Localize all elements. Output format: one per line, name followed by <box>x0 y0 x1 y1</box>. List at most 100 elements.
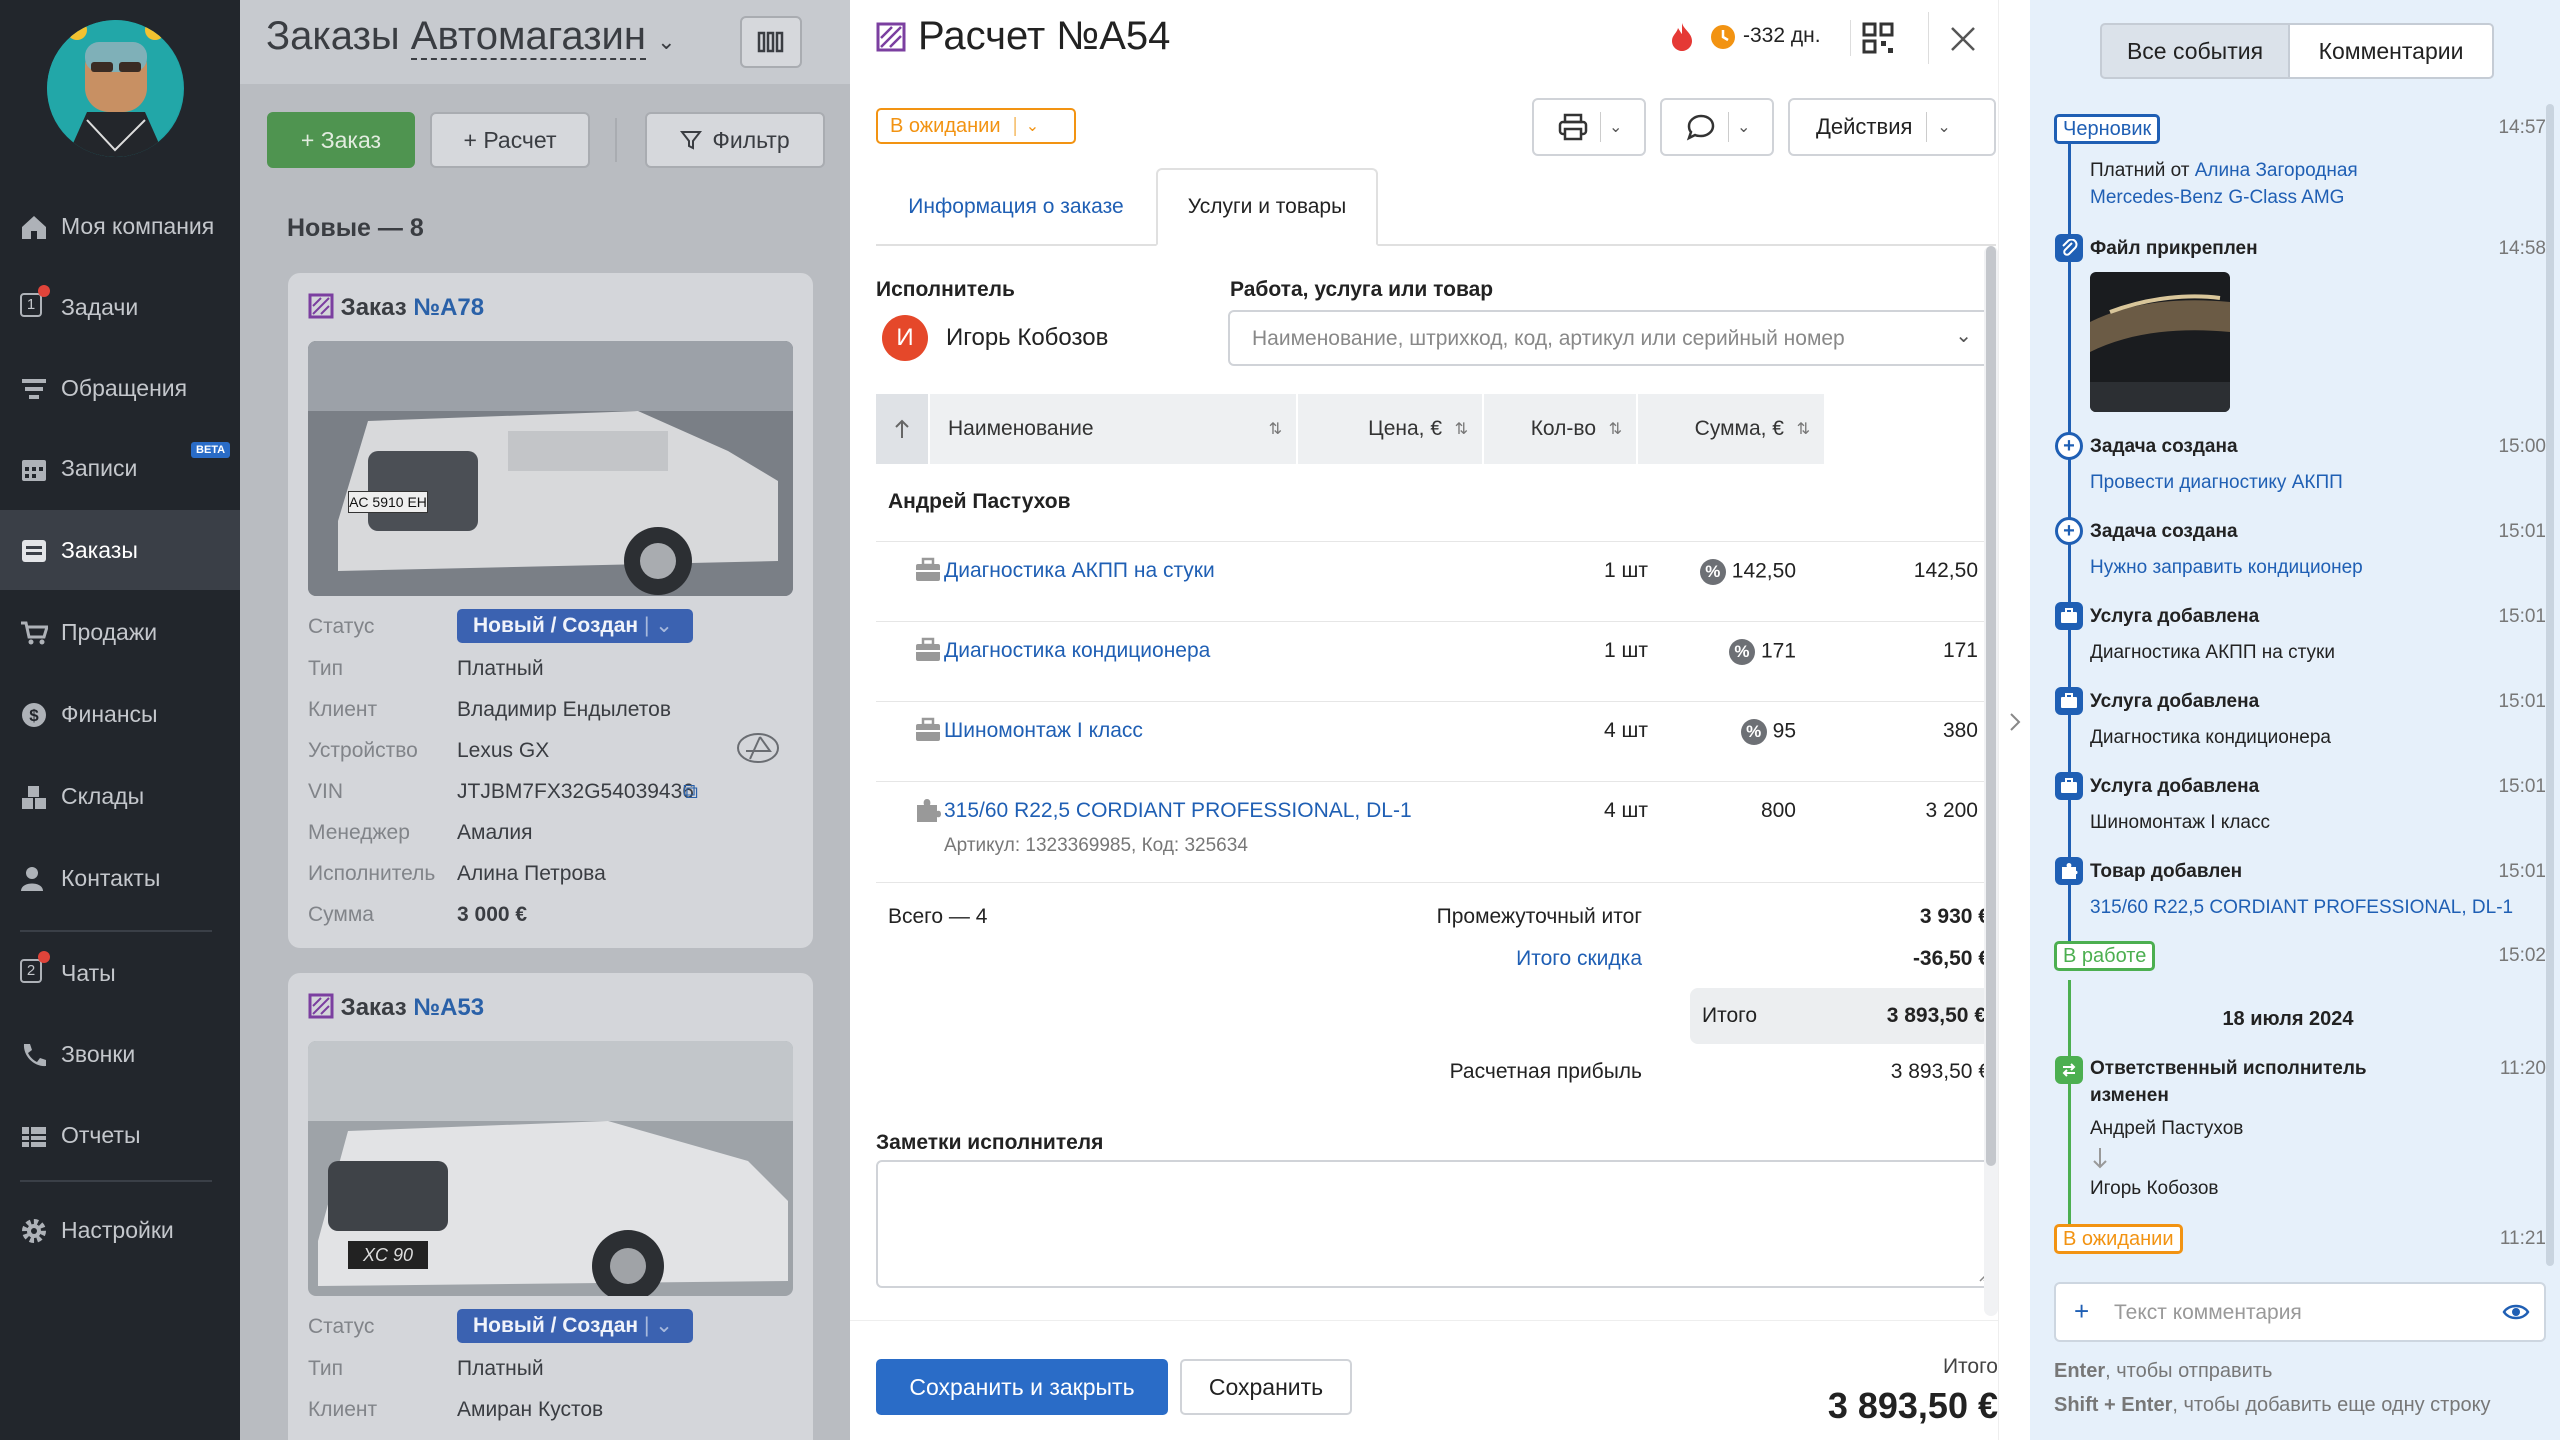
item-name-link[interactable]: Диагностика АКПП на стуки <box>944 559 1215 583</box>
sidebar-item-reports[interactable]: Отчеты <box>0 1095 240 1175</box>
chevron-down-icon: ⌄ <box>1955 325 1972 347</box>
add-calculation-button[interactable]: + Расчет <box>430 112 590 168</box>
sidebar-item-warehouses[interactable]: Склады <box>0 756 240 836</box>
item-price: 171 <box>1760 639 1796 663</box>
sidebar-item-settings[interactable]: Настройки <box>0 1190 240 1270</box>
column-header-sum[interactable]: Сумма, € ⇅ <box>1638 394 1824 464</box>
executor-name[interactable]: Игорь Кобозов <box>946 324 1108 352</box>
order-card[interactable]: Заказ №A53 XC 90 Статус Новый / Создан |… <box>288 973 813 1440</box>
product-link[interactable]: 315/60 R22,5 CORDIANT PROFESSIONAL, DL-1 <box>2090 897 2513 919</box>
plus-icon[interactable]: + <box>2074 1296 2089 1327</box>
sidebar-item-requests[interactable]: Обращения <box>0 348 240 428</box>
total-box: Итого 3 893,50 € <box>1690 988 1996 1044</box>
status-tag-waiting: В ожидании <box>2054 1224 2183 1254</box>
company-avatar[interactable] <box>47 20 184 157</box>
print-button[interactable]: ⌄ <box>1532 98 1646 156</box>
eye-icon[interactable] <box>2502 1302 2530 1322</box>
comment-button[interactable]: ⌄ <box>1660 98 1774 156</box>
sidebar-item-contacts[interactable]: Контакты <box>0 838 240 918</box>
speech-bubble-icon <box>1686 114 1715 141</box>
attachment-thumbnail[interactable] <box>2090 272 2230 412</box>
send-hint: Enter, чтобы отправить <box>2054 1360 2273 1382</box>
client-link[interactable]: Алина Загородная <box>2195 160 2358 181</box>
table-row[interactable]: Диагностика кондиционера % 171 1 шт 171 <box>876 622 1986 701</box>
sidebar-item-orders[interactable]: Заказы <box>0 510 240 590</box>
status-dropdown[interactable]: В ожидании | ⌄ <box>876 108 1076 144</box>
fire-icon <box>1672 23 1692 51</box>
sidebar-item-label: Обращения <box>61 374 188 401</box>
filter-button[interactable]: Фильтр <box>645 112 825 168</box>
sidebar-item-label: Записи <box>61 454 138 481</box>
event-time: 15:00 <box>2498 436 2546 457</box>
location-selector[interactable]: Автомагазин <box>410 14 646 60</box>
sort-column-button[interactable] <box>876 394 928 464</box>
event-text: Диагностика кондиционера <box>2090 727 2331 748</box>
order-number-link[interactable]: №A78 <box>413 294 484 321</box>
item-article: Артикул: 1323369985, Код: 325634 <box>944 835 1248 856</box>
column-header-qty[interactable]: Кол-во ⇅ <box>1484 394 1636 464</box>
view-toggle-columns[interactable] <box>740 16 802 68</box>
puzzle-icon <box>2055 857 2083 885</box>
scrollbar[interactable] <box>2546 104 2554 1266</box>
chevron-down-icon[interactable]: ⌄ <box>657 29 675 54</box>
calculation-type-icon <box>876 22 906 52</box>
order-number-link[interactable]: №A53 <box>413 994 484 1021</box>
dollar-icon: $ <box>22 703 46 727</box>
discount-total-link[interactable]: Итого скидка <box>1516 947 1642 971</box>
status-badge[interactable]: Новый / Создан | ⌄ <box>457 1309 693 1343</box>
copy-icon[interactable]: ⧉ <box>683 780 698 804</box>
tab-services-goods[interactable]: Услуги и товары <box>1156 168 1378 246</box>
sidebar-item-calls[interactable]: Звонки <box>0 1014 240 1094</box>
work-search-input[interactable]: Наименование, штрихкод, код, артикул или… <box>1228 310 1996 366</box>
status-badge[interactable]: Новый / Создан | ⌄ <box>457 609 693 643</box>
table-row[interactable]: Диагностика АКПП на стуки % 142,50 1 шт 1… <box>876 542 1986 621</box>
panel-splitter[interactable] <box>1998 0 2030 1440</box>
sidebar-item-my-company[interactable]: Моя компания <box>0 186 240 266</box>
table-row[interactable]: Шиномонтаж I класс % 95 4 шт 380 <box>876 702 1986 781</box>
actions-button[interactable]: Действия ⌄ <box>1788 98 1996 156</box>
chevron-down-icon: ⌄ <box>1609 119 1623 136</box>
comment-placeholder: Текст комментария <box>2114 1301 2302 1324</box>
tab-comments[interactable]: Комментарии <box>2288 23 2494 79</box>
scrollbar[interactable] <box>1984 246 1998 1316</box>
sidebar-item-appointments[interactable]: Записи BETA <box>0 428 240 508</box>
comment-input[interactable]: + Текст комментария <box>2054 1282 2546 1342</box>
new-executor: Игорь Кобозов <box>2090 1178 2219 1199</box>
sidebar-item-sales[interactable]: Продажи <box>0 592 240 672</box>
chevron-right-icon[interactable] <box>2009 712 2021 732</box>
date-separator: 18 июля 2024 <box>2222 1008 2354 1030</box>
field-row: Клиент Владимир Ендылетов <box>308 698 672 721</box>
event-title: Услуга добавлена <box>2090 776 2260 797</box>
tab-all-events[interactable]: Все события <box>2100 23 2290 79</box>
status-row: Статус Новый / Создан | ⌄ <box>308 1309 693 1343</box>
add-order-button[interactable]: + Заказ <box>267 112 415 168</box>
tab-order-info[interactable]: Информация о заказе <box>876 168 1156 246</box>
scrollbar-thumb[interactable] <box>1986 246 1996 1166</box>
column-header-name[interactable]: Наименование ⇅ <box>930 394 1296 464</box>
item-name-link[interactable]: 315/60 R22,5 CORDIANT PROFESSIONAL, DL-1 <box>944 799 1412 823</box>
save-and-close-button[interactable]: Сохранить и закрыть <box>876 1359 1168 1415</box>
sidebar-item-finance[interactable]: $ Финансы <box>0 674 240 754</box>
footer-total-value: 3 893,50 € <box>1827 1385 1998 1426</box>
sidebar-item-tasks[interactable]: 1 Задачи <box>0 267 240 347</box>
field-row: Тип Платный <box>308 1357 544 1380</box>
task-link[interactable]: Нужно заправить кондиционер <box>2090 557 2363 579</box>
item-sum: 142,50 <box>1913 559 1978 582</box>
order-card[interactable]: Заказ №A78 AC 5910 EH Статус Новый / Соз… <box>288 273 813 948</box>
task-link[interactable]: Провести диагностику АКПП <box>2090 472 2343 494</box>
service-icon <box>916 557 940 581</box>
table-row[interactable]: 315/60 R22,5 CORDIANT PROFESSIONAL, DL-1… <box>876 782 1986 882</box>
qr-code-icon[interactable] <box>1862 22 1894 54</box>
column-header-price[interactable]: Цена, € ⇅ <box>1298 394 1482 464</box>
sidebar-item-chats[interactable]: 2 Чаты <box>0 933 240 1013</box>
vehicle-link[interactable]: Mercedes-Benz G-Class AMG <box>2090 187 2344 209</box>
close-icon[interactable] <box>1950 26 1976 52</box>
sidebar-item-label: Склады <box>61 782 145 809</box>
sidebar-item-label: Отчеты <box>61 1121 141 1148</box>
field-row: Менеджер Амалия <box>308 821 533 844</box>
field-row: Клиент Амиран Кустов <box>308 1398 604 1421</box>
notes-textarea[interactable] <box>876 1160 1996 1288</box>
item-name-link[interactable]: Диагностика кондиционера <box>944 639 1210 663</box>
item-name-link[interactable]: Шиномонтаж I класс <box>944 719 1143 743</box>
save-button[interactable]: Сохранить <box>1180 1359 1352 1415</box>
